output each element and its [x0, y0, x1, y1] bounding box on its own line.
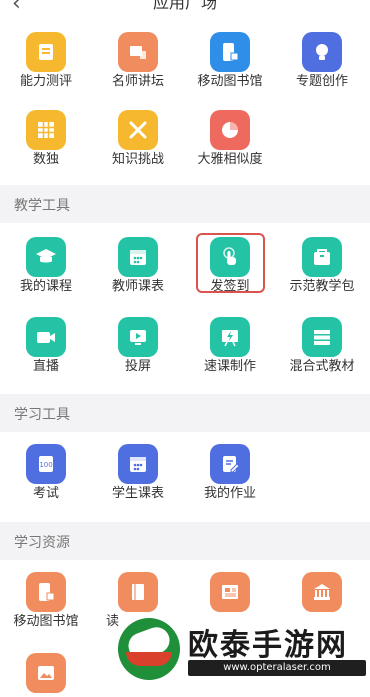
book-icon: [26, 32, 66, 72]
app-label: 混合式教材: [289, 359, 355, 374]
section-study-resources: 学习资源: [0, 522, 370, 560]
lightbulb-icon: [302, 32, 342, 72]
app-label: 专题创作: [295, 74, 348, 89]
watermark: 欧泰手游网 www.opteralaser.com: [118, 616, 370, 681]
picture-icon[interactable]: [26, 653, 66, 693]
section-title: 学习资源: [14, 535, 70, 551]
app-label: 示范教学包: [289, 279, 355, 294]
header: ‹ 应用广场: [0, 0, 370, 18]
app-label: 能力测评: [19, 74, 72, 89]
grid-icon: [26, 110, 66, 150]
app-label: 知识挑战: [111, 152, 164, 167]
calendar-icon: [118, 444, 158, 484]
podium-icon: [118, 32, 158, 72]
app-label: 投屏: [124, 359, 151, 374]
section-title: 学习工具: [14, 407, 70, 423]
exam-100-icon: 100: [26, 444, 66, 484]
app-label: 数独: [32, 152, 59, 167]
app-label: 我的作业: [203, 486, 256, 501]
section-title: 教学工具: [14, 198, 70, 214]
screen-play-icon: [118, 317, 158, 357]
watermark-brand: 欧泰手游网: [188, 628, 348, 663]
app-label: 学生课表: [111, 486, 164, 501]
package-icon: [302, 237, 342, 277]
mobile-library-icon: [26, 572, 66, 612]
watermark-logo: [118, 618, 180, 680]
svg-text:100: 100: [39, 461, 52, 469]
app-label: 移动图书馆: [13, 614, 79, 629]
app-label: 考试: [32, 486, 59, 501]
page-title: 应用广场: [152, 0, 217, 12]
app-label: 移动图书馆: [197, 74, 263, 89]
app-label: 我的课程: [19, 279, 72, 294]
app-label: 速课制作: [203, 359, 256, 374]
swords-icon: [118, 110, 158, 150]
highlight-box: [196, 233, 265, 293]
books-stack-icon: [302, 317, 342, 357]
graduation-cap-icon: [26, 237, 66, 277]
section-teaching-tools: 教学工具: [0, 185, 370, 223]
calendar-icon: [118, 237, 158, 277]
app-label: 名师讲坛: [111, 74, 164, 89]
newspaper-icon: [210, 572, 250, 612]
lightning-board-icon: [210, 317, 250, 357]
watermark-url: www.opteralaser.com: [188, 660, 366, 676]
app-label: 大雅相似度: [197, 152, 263, 167]
mobile-library-icon: [210, 32, 250, 72]
homework-pen-icon: [210, 444, 250, 484]
book-icon: [118, 572, 158, 612]
video-camera-icon: [26, 317, 66, 357]
app-label: 教师课表: [111, 279, 164, 294]
pie-icon: [210, 110, 250, 150]
app-label: 直播: [32, 359, 59, 374]
section-study-tools: 学习工具: [0, 394, 370, 432]
museum-icon: [302, 572, 342, 612]
